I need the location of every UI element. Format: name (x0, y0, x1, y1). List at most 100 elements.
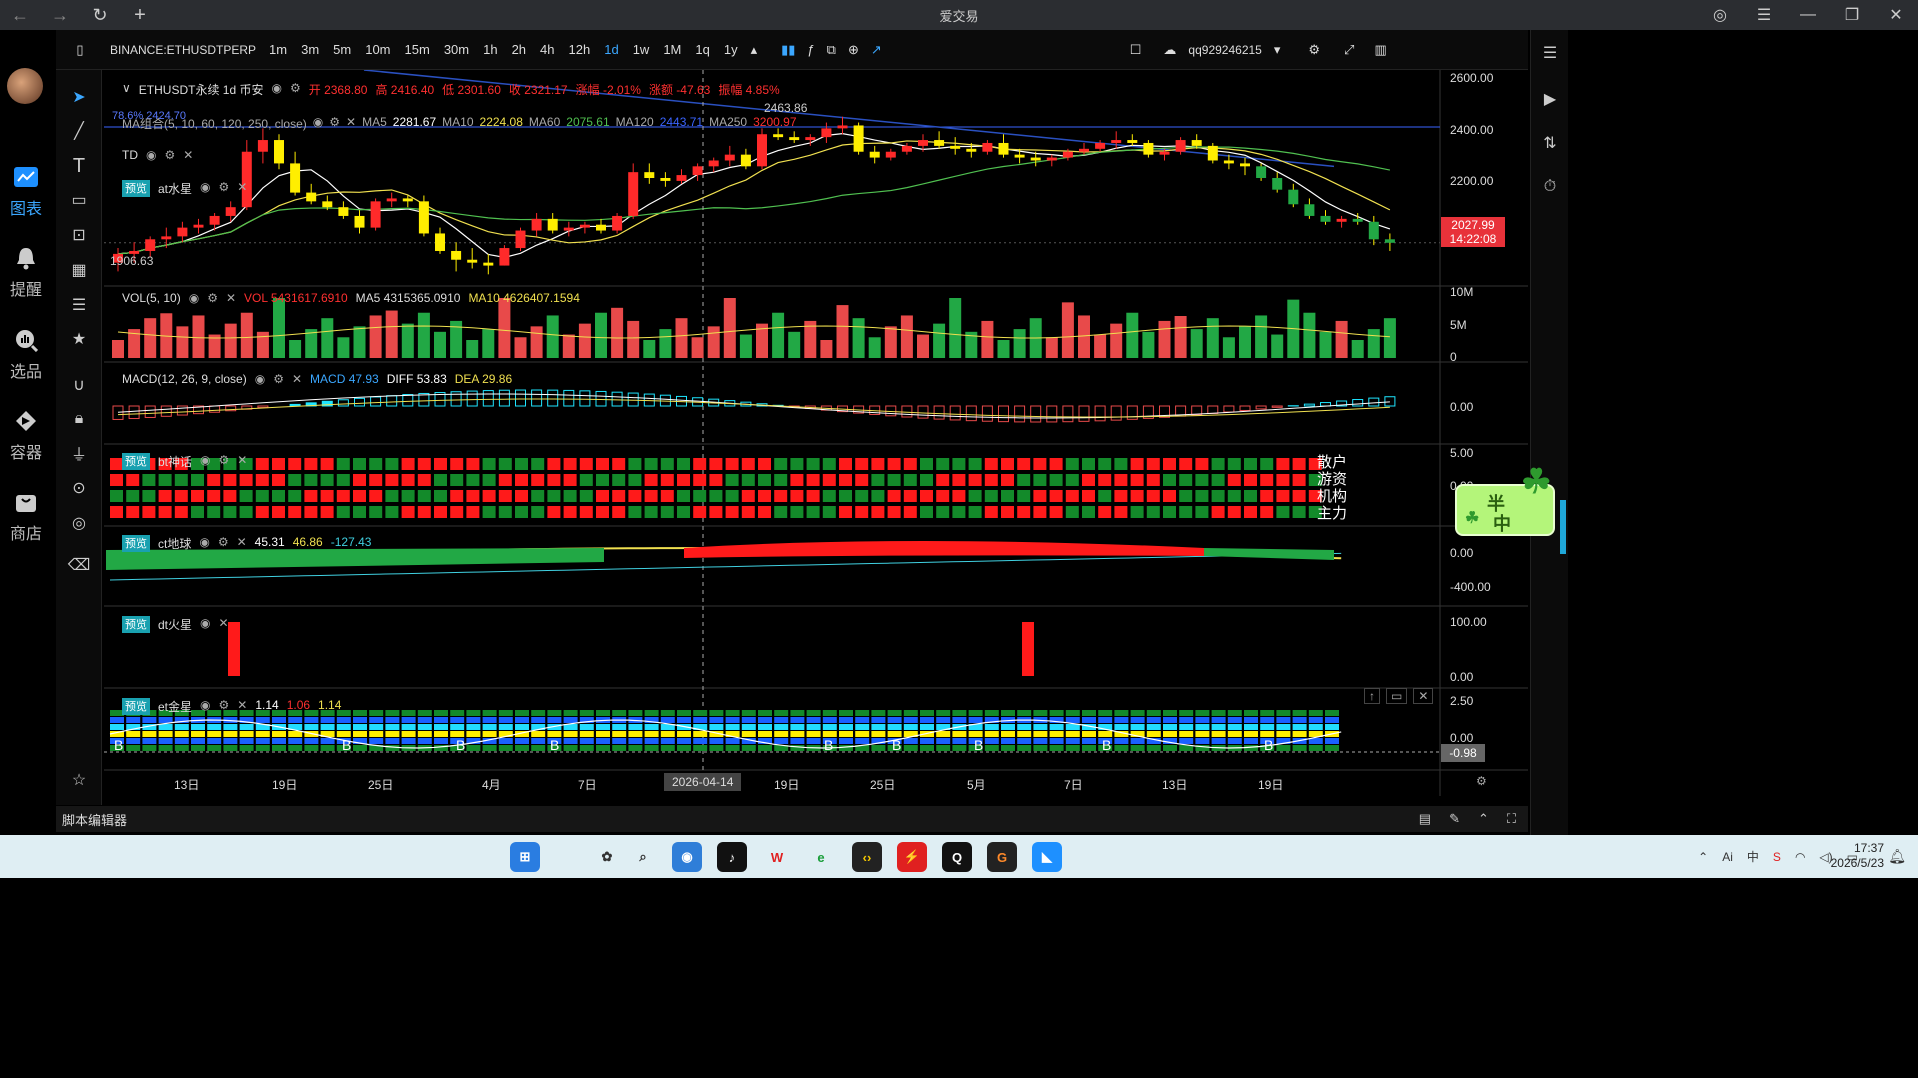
reload-icon[interactable]: ↻ (80, 0, 120, 30)
remove-icon[interactable]: ✕ (237, 535, 247, 552)
remove-icon[interactable]: ✕ (237, 698, 247, 715)
interval-tab-1w[interactable]: 1w (626, 30, 657, 70)
visibility-icon[interactable]: ◉ (146, 148, 156, 162)
maximize-pane-icon[interactable]: ▭ (1386, 688, 1408, 704)
new-tab-icon[interactable]: + (120, 0, 160, 30)
settings-small-icon[interactable]: ⚙ (219, 453, 230, 470)
ime-icon[interactable]: 中 (1747, 848, 1759, 865)
magnet-icon[interactable]: ∪ (66, 372, 92, 398)
measure-icon[interactable]: ⊡ (66, 222, 92, 248)
script-editor-label[interactable]: 脚本编辑器 (62, 810, 127, 829)
cursor-icon[interactable]: ➤ (66, 84, 92, 110)
menu-icon[interactable]: ☰ (1742, 0, 1786, 30)
nav-container[interactable]: 容器 (0, 407, 52, 463)
interval-tab-12h[interactable]: 12h (562, 30, 598, 70)
crosshair-icon[interactable]: ⊙ (66, 475, 92, 501)
user-account[interactable]: qq929246215 (1182, 30, 1267, 70)
lock-icon[interactable]: 🔒︎ (66, 406, 92, 432)
favorite-icon[interactable]: ☆ (66, 767, 92, 793)
edit-icon[interactable]: ✎ (1449, 811, 1460, 827)
restore-icon[interactable]: ❐ (1830, 0, 1874, 30)
visibility-icon[interactable]: ◉ (271, 81, 281, 98)
alert-add-icon[interactable]: ⊕ (842, 30, 865, 70)
notification-icon[interactable]: 🔔︎ (1888, 848, 1906, 865)
remove-icon[interactable]: ✕ (219, 616, 229, 633)
widgets-icon[interactable]: ✿ (592, 842, 622, 872)
fib-icon[interactable]: ☰ (66, 292, 92, 318)
indicator-icon[interactable]: ƒ (801, 30, 820, 70)
interval-tab-2h[interactable]: 2h (505, 30, 533, 70)
watchlist-icon[interactable]: ☰ (1537, 40, 1563, 66)
layout-icon[interactable]: ▯ (56, 30, 104, 70)
visibility-icon[interactable]: ◉ (200, 180, 210, 197)
play-icon[interactable]: ▶ (1537, 86, 1563, 112)
cloud-icon[interactable]: ☁ (1157, 30, 1182, 70)
app-icon[interactable]: ◉ (672, 842, 702, 872)
interval-tab-30m[interactable]: 30m (437, 30, 476, 70)
remove-icon[interactable]: ✕ (237, 453, 247, 470)
settings-small-icon[interactable]: ⚙ (329, 115, 340, 132)
expand-icon[interactable]: ⤢ (1338, 30, 1360, 70)
tray-expand-icon[interactable]: ⌃ (1698, 850, 1708, 864)
template-icon[interactable]: ⧉ (821, 30, 842, 70)
start-icon[interactable]: ⊞ (510, 842, 540, 872)
script-editor-bar[interactable]: 脚本编辑器 ▤ ✎ ⌃ ⛶ (56, 806, 1528, 832)
clock[interactable]: 17:37 2026/5/23 (1831, 841, 1884, 871)
settings-icon[interactable]: ⚙ (1302, 30, 1326, 70)
remove-icon[interactable]: ✕ (226, 291, 236, 305)
tiktok-icon[interactable]: ♪ (717, 842, 747, 872)
chart-canvas[interactable]: BBBBBBBBB (104, 69, 1528, 796)
collapse-icon[interactable]: ∨ (122, 81, 131, 98)
settings-small-icon[interactable]: ⚙ (207, 291, 218, 305)
remove-icon[interactable]: ✕ (183, 148, 193, 162)
remove-icon[interactable]: ✕ (346, 115, 356, 132)
nav-store[interactable]: 商店 (0, 488, 52, 544)
interval-tab-15m[interactable]: 15m (398, 30, 437, 70)
visibility-icon[interactable]: ◉ (189, 291, 199, 305)
code-icon[interactable]: ‹› (852, 842, 882, 872)
star-icon[interactable]: ★ (66, 326, 92, 352)
back-icon[interactable]: ← (0, 0, 40, 30)
remove-icon[interactable]: ✕ (292, 372, 302, 386)
visibility-icon[interactable]: ◉ (200, 698, 210, 715)
scroll-indicator[interactable] (1560, 500, 1566, 554)
maximize-icon[interactable]: ⛶ (1507, 811, 1516, 827)
settings-small-icon[interactable]: ⚙ (273, 372, 284, 386)
interval-tab-1d[interactable]: 1d (597, 30, 625, 70)
qc-icon[interactable]: Q (942, 842, 972, 872)
interval-tab-5m[interactable]: 5m (326, 30, 358, 70)
settings-small-icon[interactable]: ⚙ (219, 698, 230, 715)
clock-icon[interactable]: ⏱ (1537, 174, 1563, 200)
interval-tab-1y[interactable]: 1y (717, 30, 745, 70)
wifi-icon[interactable]: ◠ (1795, 850, 1805, 864)
user-dropdown-icon[interactable]: ▾ (1268, 30, 1287, 70)
visibility-icon[interactable]: ◉ (200, 453, 210, 470)
collapse-up-icon[interactable]: ⌃ (1478, 811, 1489, 827)
text-icon[interactable]: T (66, 153, 92, 179)
chart-area[interactable]: B B B B B B B B B ∨ ETHUSDT永续 1d 币安 ◉ ⚙ 开 2368.8… (104, 69, 1528, 796)
filter-icon[interactable]: ⏚ (66, 440, 92, 466)
settings-small-icon[interactable]: ⚙ (290, 81, 301, 98)
nav-chart[interactable]: 图表 (0, 163, 52, 219)
sogou-icon[interactable]: S (1773, 850, 1781, 864)
settings-small-icon[interactable]: ⚙ (218, 535, 229, 552)
trading-app-icon[interactable]: ◣ (1032, 842, 1062, 872)
symbol-selector[interactable]: BINANCE:ETHUSDTPERP (104, 30, 262, 70)
trendline-icon[interactable]: ╱ (66, 118, 92, 144)
fullscreen-box-icon[interactable]: ☐ (1124, 30, 1148, 70)
nav-alert[interactable]: 提醒 (0, 244, 52, 300)
trade-icon[interactable]: ⇅ (1537, 130, 1563, 156)
visibility-icon[interactable]: ◉ (200, 616, 210, 633)
close-icon[interactable]: ✕ (1874, 0, 1918, 30)
interval-tab-10m[interactable]: 10m (358, 30, 397, 70)
nav-screener[interactable]: 选品 (0, 326, 52, 382)
app-red-icon[interactable]: ⚡ (897, 842, 927, 872)
grid-icon[interactable]: ▦ (66, 257, 92, 283)
interval-tab-1h[interactable]: 1h (476, 30, 504, 70)
ai-icon[interactable]: Ai (1722, 850, 1733, 864)
move-up-icon[interactable]: ↑ (1364, 688, 1380, 704)
edge-icon[interactable]: e (806, 842, 836, 872)
panel-icon[interactable]: ▥ (1368, 30, 1392, 70)
settings-small-icon[interactable]: ⚙ (164, 148, 175, 162)
rectangle-icon[interactable]: ▭ (66, 187, 92, 213)
